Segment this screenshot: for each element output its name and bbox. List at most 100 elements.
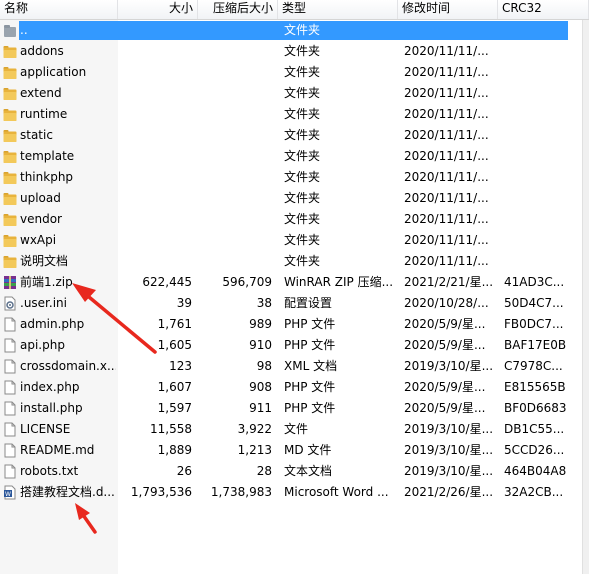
file-row[interactable]: wxApi 文件夹 2020/11/11/... (0, 230, 568, 251)
folder-icon (3, 254, 17, 269)
file-row[interactable]: install.php 1,597 911 PHP 文件 2020/5/9/星... BF… (0, 398, 568, 419)
file-row[interactable]: admin.php 1,761 989 PHP 文件 2020/5/9/星... FB0D… (0, 314, 568, 335)
cell-name: vendor (20, 212, 62, 226)
file-row[interactable]: crossdomain.x... 123 98 XML 文档 2019/3/10/星..… (0, 356, 568, 377)
cell-crc32: BAF17E0B (504, 338, 567, 352)
file-row[interactable]: LICENSE 11,558 3,922 文件 2019/3/10/星... DB1C55… (0, 419, 568, 440)
word-document-icon: W (3, 485, 17, 500)
file-row[interactable]: runtime 文件夹 2020/11/11/... (0, 104, 568, 125)
file-row[interactable]: 前端1.zip 622,445 596,709 WinRAR ZIP 压缩... 202… (0, 272, 568, 293)
cell-type: 文件夹 (284, 65, 321, 79)
cell-packed-size: 1,213 (237, 443, 272, 457)
cell-size: 622,445 (142, 275, 192, 289)
cell-size (118, 146, 192, 167)
file-row[interactable]: static 文件夹 2020/11/11/... (0, 125, 568, 146)
cell-type: 文本文档 (284, 464, 333, 478)
cell-modified: 2020/11/11/... (404, 107, 489, 121)
cell-type: PHP 文件 (284, 317, 336, 331)
cell-crc32: 464B04A8 (504, 464, 567, 478)
cell-modified: 2019/3/10/星... (404, 359, 494, 373)
cell-modified: 2020/5/9/星... (404, 401, 486, 415)
cell-packed-size: 596,709 (222, 275, 272, 289)
cell-packed-size: 28 (256, 464, 272, 478)
file-row[interactable]: README.md 1,889 1,213 MD 文件 2019/3/10/星... 5C… (0, 440, 568, 461)
cell-packed-size (198, 251, 272, 272)
cell-type: 文件夹 (284, 86, 321, 100)
cell-crc32: 32A2CB... (504, 485, 564, 499)
cell-type: 文件夹 (284, 254, 321, 268)
cell-size (118, 251, 192, 272)
cell-crc32: BF0D6683 (504, 401, 567, 415)
cell-modified: 2021/2/21/星... (404, 275, 494, 289)
file-row[interactable]: addons 文件夹 2020/11/11/... (0, 41, 568, 62)
svg-text:W: W (5, 491, 11, 498)
cell-crc32 (504, 251, 568, 272)
cell-packed-size (198, 146, 272, 167)
file-icon (3, 464, 17, 479)
cell-crc32: 50D4C7... (504, 296, 564, 310)
cell-packed-size: 38 (256, 296, 272, 310)
cell-crc32: 5CCD26... (504, 443, 565, 457)
cell-modified: 2020/5/9/星... (404, 380, 486, 394)
cell-size: 26 (176, 464, 192, 478)
file-row[interactable]: template 文件夹 2020/11/11/... (0, 146, 568, 167)
cell-packed-size: 1,738,983 (210, 485, 272, 499)
cell-crc32: FB0DC7... (504, 317, 564, 331)
cell-type: 文件夹 (284, 128, 321, 142)
cell-name: .user.ini (20, 296, 67, 310)
vertical-scrollbar[interactable] (582, 20, 589, 574)
column-header-type[interactable]: 类型 (278, 0, 398, 19)
cell-size (118, 41, 192, 62)
folder-icon (3, 149, 17, 164)
cell-name: addons (20, 44, 64, 58)
file-row[interactable]: index.php 1,607 908 PHP 文件 2020/5/9/星... E815… (0, 377, 568, 398)
file-row[interactable]: upload 文件夹 2020/11/11/... (0, 188, 568, 209)
file-row[interactable]: .user.ini 39 38 配置设置 2020/10/28/... 50D4C7... (0, 293, 568, 314)
cell-name: .. (20, 23, 28, 37)
cell-type: 文件 (284, 422, 309, 436)
file-icon (3, 338, 17, 353)
cell-name: install.php (20, 401, 83, 415)
file-row[interactable]: robots.txt 26 28 文本文档 2019/3/10/星... 464B04A8 (0, 461, 568, 482)
column-header-packed-size[interactable]: 压缩后大小 (198, 0, 278, 19)
cell-packed-size: 910 (249, 338, 272, 352)
file-row[interactable]: 说明文档 文件夹 2020/11/11/... (0, 251, 568, 272)
cell-type: XML 文档 (284, 359, 338, 373)
column-header-size[interactable]: 大小 (118, 0, 198, 19)
cell-size: 123 (169, 359, 192, 373)
cell-packed-size (198, 104, 272, 125)
column-header-crc32[interactable]: CRC32 (498, 0, 589, 19)
cell-size (118, 125, 192, 146)
cell-name: README.md (20, 443, 95, 457)
cell-modified: 2020/5/9/星... (404, 317, 486, 331)
cell-modified: 2020/11/11/... (404, 149, 489, 163)
cell-packed-size: 98 (256, 359, 272, 373)
cell-crc32 (504, 125, 568, 146)
folder-icon (3, 191, 17, 206)
file-row[interactable]: .. 文件夹 (0, 20, 568, 41)
cell-crc32: E815565B (504, 380, 566, 394)
cell-modified: 2020/11/11/... (404, 254, 489, 268)
file-row[interactable]: vendor 文件夹 2020/11/11/... (0, 209, 568, 230)
cell-name: robots.txt (20, 464, 79, 478)
column-header-name[interactable]: 名称 (0, 0, 118, 19)
column-header-modified[interactable]: 修改时间 (398, 0, 498, 19)
cell-crc32 (504, 209, 568, 230)
file-row[interactable]: api.php 1,605 910 PHP 文件 2020/5/9/星... BAF17E… (0, 335, 568, 356)
cell-crc32 (504, 188, 568, 209)
cell-crc32: 41AD3C... (504, 275, 565, 289)
file-row[interactable]: W 搭建教程文档.d... 1,793,536 1,738,983 Microsoft … (0, 482, 568, 503)
cell-name: runtime (20, 107, 68, 121)
cell-size: 1,889 (157, 443, 192, 457)
file-row[interactable]: thinkphp 文件夹 2020/11/11/... (0, 167, 568, 188)
cell-crc32 (504, 20, 568, 41)
file-row[interactable]: extend 文件夹 2020/11/11/... (0, 83, 568, 104)
folder-icon (3, 107, 17, 122)
cell-type: PHP 文件 (284, 338, 336, 352)
cell-modified: 2019/3/10/星... (404, 464, 494, 478)
cell-packed-size (198, 41, 272, 62)
cell-modified: 2020/11/11/... (404, 128, 489, 142)
cell-name: static (20, 128, 53, 142)
cell-type: 文件夹 (284, 44, 321, 58)
file-row[interactable]: application 文件夹 2020/11/11/... (0, 62, 568, 83)
